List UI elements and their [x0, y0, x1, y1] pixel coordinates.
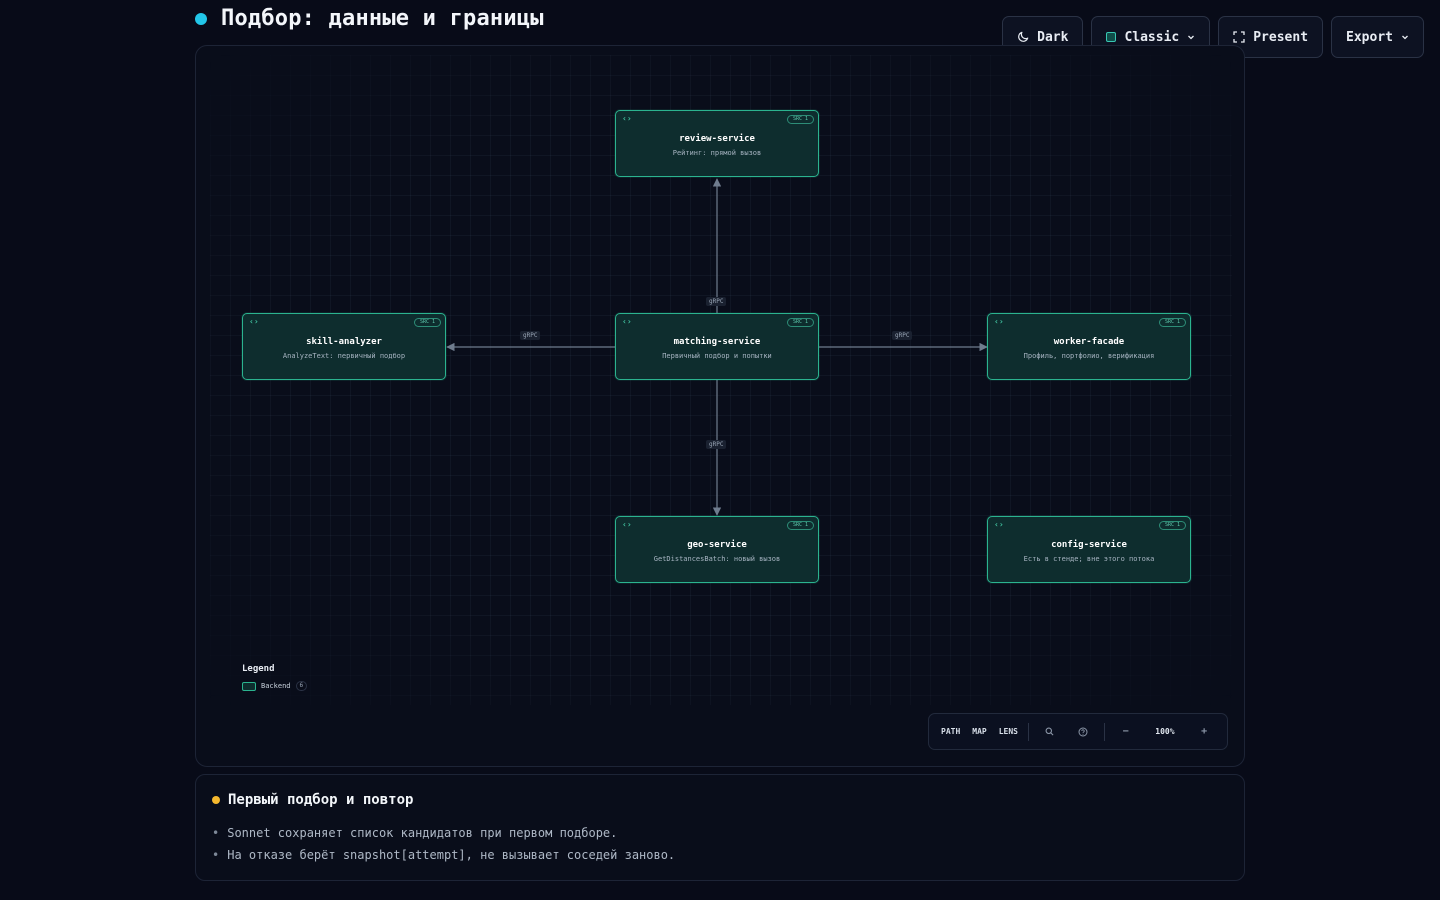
- page: Подбор: данные и границы Dark Classic Pr…: [0, 0, 1440, 900]
- code-braces-icon: ‹›: [622, 317, 632, 326]
- help-icon[interactable]: [1066, 720, 1100, 744]
- divider: [1104, 722, 1105, 741]
- export-label: Export: [1346, 29, 1393, 45]
- node-worker-facade[interactable]: ‹› SRC 1 worker-facade Профиль, портфоли…: [987, 313, 1191, 380]
- node-skill-analyzer[interactable]: ‹› SRC 1 skill-analyzer AnalyzeText: пер…: [242, 313, 446, 380]
- zoom-out-button[interactable]: −: [1109, 720, 1143, 744]
- node-badge: SRC 1: [413, 318, 441, 327]
- notes-header: Первый подбор и повтор: [212, 792, 413, 808]
- bullet-icon: •: [212, 826, 220, 840]
- note-text: На отказе берёт snapshot[attempt], не вы…: [227, 848, 676, 862]
- legend-label: Backend: [261, 682, 291, 690]
- node-description: Первичный подбор и попытки: [662, 352, 772, 360]
- title-row: Подбор: данные и границы: [195, 6, 544, 31]
- legend: Legend Backend 6: [242, 664, 308, 691]
- code-braces-icon: ‹›: [622, 520, 632, 529]
- edge-label: gRPC: [706, 297, 727, 306]
- legend-swatch: [242, 681, 256, 691]
- node-review-service[interactable]: ‹› SRC 1 review-service Рейтинг: прямой …: [615, 110, 819, 177]
- edge-label: gRPC: [892, 331, 913, 340]
- chevron-down-icon: [1401, 33, 1409, 41]
- zoom-level: 100%: [1155, 727, 1175, 736]
- fullscreen-icon: [1233, 31, 1245, 43]
- node-badge: SRC 1: [786, 521, 814, 530]
- node-description: Профиль, портфолио, верификация: [1023, 352, 1155, 360]
- export-menu-button[interactable]: Export: [1331, 16, 1424, 58]
- node-name: geo-service: [687, 540, 747, 550]
- style-select-label: Classic: [1124, 29, 1180, 45]
- note-text: Sonnet сохраняет список кандидатов при п…: [227, 826, 618, 840]
- node-badge: SRC 1: [786, 115, 814, 124]
- edge-label: gRPC: [520, 331, 541, 340]
- zoom-in-button[interactable]: +: [1187, 720, 1221, 744]
- node-badge: SRC 1: [1158, 318, 1186, 327]
- canvas-controls: PATH MAP LENS − 100% +: [928, 713, 1228, 750]
- code-braces-icon: ‹›: [994, 520, 1004, 529]
- node-description: AnalyzeText: первичный подбор: [282, 352, 406, 360]
- diagram-canvas[interactable]: gRPC gRPC gRPC gRPC ‹› SRC 1 review-serv…: [195, 45, 1245, 767]
- node-name: review-service: [679, 134, 755, 144]
- node-matching-service[interactable]: ‹› SRC 1 matching-service Первичный подб…: [615, 313, 819, 380]
- map-button[interactable]: MAP: [966, 720, 992, 744]
- moon-icon: [1017, 31, 1029, 43]
- page-title: Подбор: данные и границы: [221, 6, 544, 31]
- notes-card: Первый подбор и повтор • Sonnet сохраняет…: [195, 774, 1245, 881]
- node-config-service[interactable]: ‹› SRC 1 config-service Есть в стенде; в…: [987, 516, 1191, 583]
- node-name: worker-facade: [1053, 337, 1125, 347]
- present-label: Present: [1253, 29, 1309, 45]
- lens-button[interactable]: LENS: [993, 720, 1024, 744]
- code-braces-icon: ‹›: [249, 317, 259, 326]
- list-item: • Sonnet сохраняет список кандидатов при …: [212, 822, 675, 844]
- edge-label: gRPC: [706, 440, 727, 449]
- notes-status-dot: [212, 796, 220, 804]
- node-geo-service[interactable]: ‹› SRC 1 geo-service GetDistancesBatch: …: [615, 516, 819, 583]
- chevron-down-icon: [1187, 33, 1195, 41]
- code-braces-icon: ‹›: [622, 114, 632, 123]
- list-item: • На отказе берёт snapshot[attempt], не в…: [212, 844, 675, 866]
- style-swatch-icon: [1106, 32, 1117, 42]
- node-badge: SRC 1: [1158, 521, 1186, 530]
- legend-title: Legend: [242, 664, 275, 674]
- node-badge: SRC 1: [786, 318, 814, 327]
- path-button[interactable]: PATH: [935, 720, 966, 744]
- title-status-dot: [195, 12, 207, 25]
- theme-toggle-label: Dark: [1037, 29, 1069, 45]
- node-description: GetDistancesBatch: новый вызов: [653, 555, 781, 563]
- legend-item-backend[interactable]: Backend 6: [242, 681, 308, 691]
- node-name: config-service: [1051, 540, 1127, 550]
- legend-count: 6: [295, 681, 308, 691]
- node-description: Рейтинг: прямой вызов: [672, 149, 762, 157]
- divider: [1027, 722, 1029, 741]
- notes-list: • Sonnet сохраняет список кандидатов при …: [212, 822, 675, 866]
- code-braces-icon: ‹›: [994, 317, 1004, 326]
- node-description: Есть в стенде; вне этого потока: [1023, 555, 1155, 563]
- search-icon[interactable]: [1033, 720, 1067, 744]
- notes-title: Первый подбор и повтор: [228, 792, 414, 808]
- bullet-icon: •: [212, 848, 220, 862]
- node-name: matching-service: [673, 337, 761, 347]
- node-name: skill-analyzer: [306, 337, 382, 347]
